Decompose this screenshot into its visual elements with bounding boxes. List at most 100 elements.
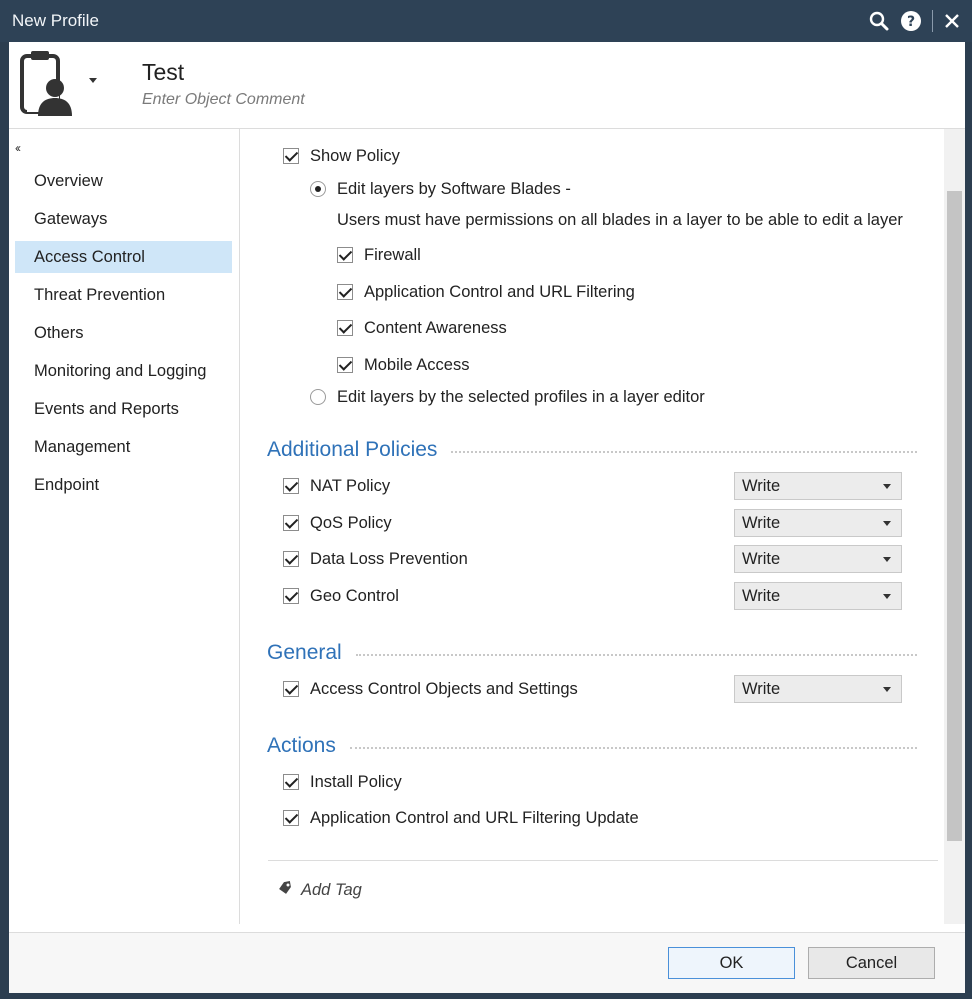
sidebar-item-endpoint[interactable]: Endpoint — [15, 469, 232, 501]
nat-policy-permission-select[interactable]: Write — [734, 472, 902, 500]
content-awareness-label: Content Awareness — [364, 318, 507, 337]
install-policy-checkbox[interactable] — [283, 774, 299, 790]
sidebar-nav: ‹‹ Overview Gateways Access Control Thre… — [9, 129, 240, 924]
show-policy-label: Show Policy — [310, 146, 400, 165]
close-icon[interactable] — [939, 8, 965, 34]
nat-policy-row[interactable]: NAT Policy — [283, 474, 390, 498]
firewall-checkbox[interactable] — [337, 247, 353, 263]
app-control-update-row[interactable]: Application Control and URL Filtering Up… — [283, 806, 639, 830]
svg-text:?: ? — [907, 14, 915, 30]
section-divider — [451, 451, 917, 453]
window-title: New Profile — [12, 11, 99, 30]
app-control-label: Application Control and URL Filtering — [364, 282, 635, 301]
title-bar[interactable]: New Profile ? — [0, 0, 972, 42]
show-policy-row[interactable]: Show Policy — [283, 144, 400, 168]
sidebar-item-monitoring-and-logging[interactable]: Monitoring and Logging — [15, 355, 232, 387]
sidebar-item-gateways[interactable]: Gateways — [15, 203, 232, 235]
sidebar-item-management[interactable]: Management — [15, 431, 232, 463]
dlp-label: Data Loss Prevention — [310, 549, 468, 568]
section-divider — [355, 654, 917, 656]
install-policy-row[interactable]: Install Policy — [283, 770, 402, 794]
actions-title: Actions — [267, 734, 336, 757]
sidebar-item-access-control[interactable]: Access Control — [15, 241, 232, 273]
access-control-panel: Show Policy Edit layers by Software Blad… — [240, 129, 944, 924]
access-control-objects-row[interactable]: Access Control Objects and Settings — [283, 677, 578, 701]
blades-note: Users must have permissions on all blade… — [337, 210, 903, 229]
app-control-checkbox[interactable] — [337, 284, 353, 300]
sidebar-item-overview[interactable]: Overview — [15, 165, 232, 197]
qos-policy-checkbox[interactable] — [283, 515, 299, 531]
additional-policies-heading: Additional Policies — [267, 436, 917, 464]
profile-avatar-icon[interactable] — [19, 50, 77, 120]
actions-heading: Actions — [267, 732, 917, 760]
edit-by-profiles-row[interactable]: Edit layers by the selected profiles in … — [310, 385, 705, 409]
access-control-objects-label: Access Control Objects and Settings — [310, 679, 578, 698]
sidebar-item-others[interactable]: Others — [15, 317, 232, 349]
new-profile-dialog: New Profile ? Test Enter Object Comment … — [0, 0, 972, 999]
edit-by-blades-row[interactable]: Edit layers by Software Blades - — [310, 177, 571, 201]
vertical-scrollbar[interactable] — [944, 129, 965, 924]
dialog-body: Test Enter Object Comment ‹‹ Overview Ga… — [9, 42, 965, 993]
qos-policy-row[interactable]: QoS Policy — [283, 511, 392, 535]
general-heading: General — [267, 639, 917, 667]
scrollbar-thumb[interactable] — [947, 191, 962, 841]
chevron-down-icon — [883, 484, 891, 489]
geo-control-label: Geo Control — [310, 586, 399, 605]
mobile-access-label: Mobile Access — [364, 355, 470, 374]
edit-by-blades-label: Edit layers by Software Blades - — [337, 179, 571, 198]
geo-control-permission-value: Write — [742, 587, 781, 605]
nat-policy-checkbox[interactable] — [283, 478, 299, 494]
blade-content-awareness-row[interactable]: Content Awareness — [337, 316, 507, 340]
help-icon[interactable]: ? — [898, 8, 924, 34]
chevron-down-icon — [883, 521, 891, 526]
edit-by-profiles-label: Edit layers by the selected profiles in … — [337, 387, 705, 406]
nat-policy-permission-value: Write — [742, 477, 781, 495]
sidebar-item-events-and-reports[interactable]: Events and Reports — [15, 393, 232, 425]
firewall-label: Firewall — [364, 245, 421, 264]
chevron-down-icon — [883, 594, 891, 599]
geo-control-row[interactable]: Geo Control — [283, 584, 399, 608]
search-icon[interactable] — [866, 8, 892, 34]
object-comment-field[interactable]: Enter Object Comment — [142, 91, 305, 109]
app-control-update-checkbox[interactable] — [283, 810, 299, 826]
section-divider — [349, 747, 917, 749]
access-control-objects-permission-select[interactable]: Write — [734, 675, 902, 703]
geo-control-checkbox[interactable] — [283, 588, 299, 604]
edit-by-profiles-radio[interactable] — [310, 389, 326, 405]
app-control-update-label: Application Control and URL Filtering Up… — [310, 808, 639, 827]
object-name[interactable]: Test — [142, 59, 184, 86]
dlp-checkbox[interactable] — [283, 551, 299, 567]
dlp-row[interactable]: Data Loss Prevention — [283, 547, 468, 571]
general-title: General — [267, 641, 342, 664]
edit-by-blades-radio[interactable] — [310, 181, 326, 197]
object-header: Test Enter Object Comment — [9, 42, 965, 129]
qos-policy-permission-select[interactable]: Write — [734, 509, 902, 537]
show-policy-checkbox[interactable] — [283, 148, 299, 164]
avatar-dropdown-icon[interactable] — [89, 78, 97, 83]
nat-policy-label: NAT Policy — [310, 476, 391, 495]
chevron-down-icon — [883, 557, 891, 562]
tags-divider — [268, 860, 938, 861]
blade-firewall-row[interactable]: Firewall — [337, 243, 421, 267]
add-tag-link[interactable]: Add Tag — [277, 880, 362, 901]
install-policy-label: Install Policy — [310, 772, 402, 791]
dialog-footer: OK Cancel — [9, 932, 965, 993]
access-control-objects-permission-value: Write — [742, 680, 781, 698]
blade-app-control-row[interactable]: Application Control and URL Filtering — [337, 280, 635, 304]
ok-button[interactable]: OK — [668, 947, 795, 979]
blade-mobile-access-row[interactable]: Mobile Access — [337, 353, 469, 377]
tag-icon — [277, 880, 293, 901]
dlp-permission-select[interactable]: Write — [734, 545, 902, 573]
mobile-access-checkbox[interactable] — [337, 357, 353, 373]
collapse-sidebar-icon[interactable]: ‹‹ — [15, 141, 21, 155]
dlp-permission-value: Write — [742, 550, 781, 568]
sidebar-item-threat-prevention[interactable]: Threat Prevention — [15, 279, 232, 311]
title-separator — [932, 10, 933, 32]
cancel-button[interactable]: Cancel — [808, 947, 935, 979]
qos-policy-permission-value: Write — [742, 514, 781, 532]
chevron-down-icon — [883, 687, 891, 692]
content-awareness-checkbox[interactable] — [337, 320, 353, 336]
additional-policies-title: Additional Policies — [267, 438, 438, 461]
access-control-objects-checkbox[interactable] — [283, 681, 299, 697]
geo-control-permission-select[interactable]: Write — [734, 582, 902, 610]
